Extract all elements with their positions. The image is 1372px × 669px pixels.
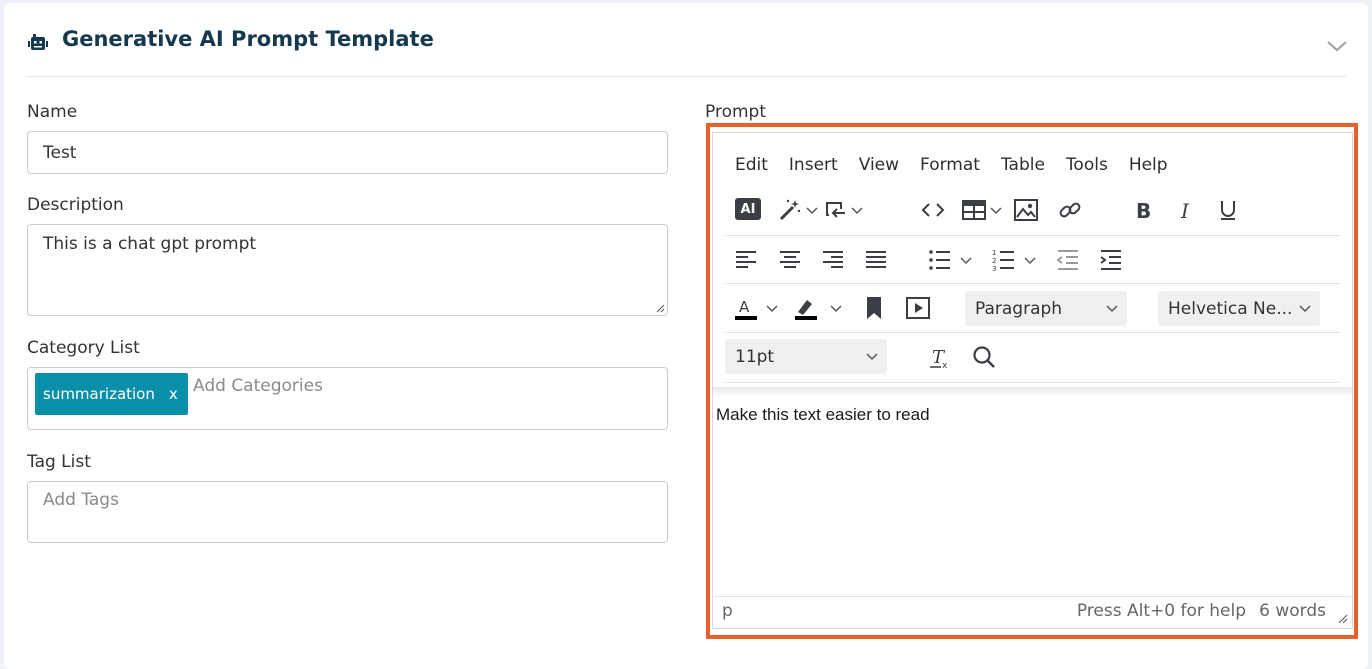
help-hint: Press Alt+0 for help [1076, 601, 1246, 621]
toolbar-row-3: A Paragraph Helvetica Ne... [725, 284, 1340, 333]
card-header[interactable]: Generative AI Prompt Template [26, 17, 1347, 77]
chevron-down-icon [1299, 305, 1311, 313]
editor-content[interactable]: Make this text easier to read [716, 405, 930, 425]
highlight-color-icon[interactable] [793, 295, 819, 321]
toolbar-row-4: 11pt T x [725, 333, 1340, 383]
numbered-list-icon[interactable]: 1 2 3 [991, 247, 1017, 273]
svg-text:3: 3 [992, 265, 996, 273]
menu-help[interactable]: Help [1129, 155, 1168, 175]
tag-list-field[interactable]: Add Tags [27, 481, 668, 543]
menu-insert[interactable]: Insert [789, 155, 838, 175]
svg-text:1: 1 [992, 249, 996, 257]
text-color-icon[interactable]: A [733, 295, 759, 321]
menu-view[interactable]: View [859, 155, 899, 175]
description-value: This is a chat gpt prompt [43, 234, 257, 254]
menu-table[interactable]: Table [1001, 155, 1045, 175]
category-list-field[interactable]: summarization x Add Categories [27, 367, 668, 430]
align-justify-icon[interactable] [863, 247, 889, 273]
chevron-down-icon[interactable] [1023, 254, 1037, 268]
description-field[interactable]: This is a chat gpt prompt [27, 224, 668, 316]
name-value: Test [43, 143, 77, 163]
bullet-list-icon[interactable] [927, 247, 953, 273]
tag-input-placeholder[interactable]: Add Tags [43, 490, 119, 510]
ai-assistant-button[interactable]: AI [735, 198, 761, 220]
chevron-down-icon [866, 353, 878, 361]
menu-format[interactable]: Format [920, 155, 980, 175]
element-path[interactable]: p [722, 601, 733, 621]
table-icon[interactable] [961, 197, 987, 223]
align-left-icon[interactable] [733, 247, 759, 273]
magic-wand-icon[interactable] [777, 197, 803, 223]
bookmark-icon[interactable] [861, 295, 887, 321]
search-icon[interactable] [971, 344, 997, 370]
rich-text-editor: Edit Insert View Format Table Tools Help… [712, 132, 1353, 629]
category-chip: summarization x [35, 373, 188, 415]
chevron-down-icon[interactable] [829, 302, 843, 316]
chevron-down-icon[interactable] [959, 254, 973, 268]
robot-icon [28, 34, 48, 50]
toolbar-row-2: 1 2 3 [725, 236, 1340, 284]
media-icon[interactable] [905, 295, 931, 321]
chevron-down-icon [1106, 305, 1118, 313]
name-field[interactable]: Test [27, 131, 668, 174]
font-family-select[interactable]: Helvetica Ne... [1158, 291, 1320, 326]
indent-icon[interactable] [1098, 247, 1124, 273]
bold-icon[interactable]: B [1130, 197, 1156, 223]
outdent-icon[interactable] [1055, 247, 1081, 273]
link-icon[interactable] [1057, 197, 1083, 223]
font-size-value: 11pt [735, 346, 775, 367]
font-family-value: Helvetica Ne... [1168, 298, 1293, 319]
resize-handle-icon[interactable] [1336, 612, 1348, 624]
svg-text:2: 2 [992, 257, 996, 265]
chevron-down-icon[interactable] [989, 204, 1003, 218]
prompt-label: Prompt [705, 102, 766, 122]
align-right-icon[interactable] [820, 247, 846, 273]
category-chip-label: summarization [43, 385, 155, 403]
description-label: Description [27, 195, 124, 215]
svg-text:A: A [739, 298, 750, 316]
word-count[interactable]: 6 words [1259, 601, 1326, 621]
editor-menubar: Edit Insert View Format Table Tools Help [735, 155, 1189, 175]
clear-formatting-icon[interactable]: T x [927, 344, 953, 370]
menu-edit[interactable]: Edit [735, 155, 768, 175]
category-chip-remove-button[interactable]: x [169, 385, 178, 403]
underline-icon[interactable] [1215, 197, 1241, 223]
italic-icon[interactable]: I [1173, 197, 1199, 223]
block-format-select[interactable]: Paragraph [965, 291, 1127, 326]
name-label: Name [27, 102, 78, 122]
svg-text:B: B [1136, 199, 1151, 223]
menu-tools[interactable]: Tools [1066, 155, 1108, 175]
resize-handle-icon[interactable] [655, 303, 665, 313]
editor-statusbar: p Press Alt+0 for help 6 words [714, 596, 1351, 628]
chevron-down-icon[interactable] [850, 204, 864, 218]
font-size-select[interactable]: 11pt [725, 339, 887, 374]
svg-text:x: x [942, 361, 948, 370]
chevron-down-icon[interactable] [805, 204, 819, 218]
chevron-down-icon[interactable] [765, 302, 779, 316]
page-title: Generative AI Prompt Template [62, 27, 434, 51]
source-code-icon[interactable] [920, 197, 946, 223]
block-format-value: Paragraph [975, 298, 1063, 319]
toolbar-row-1: AI B I [725, 186, 1340, 236]
prompt-editor: Edit Insert View Format Table Tools Help… [706, 123, 1358, 639]
chevron-down-icon[interactable] [1324, 33, 1350, 59]
prompt-loop-icon[interactable] [823, 197, 849, 223]
toolbar-shadow [713, 387, 1352, 397]
category-input-placeholder[interactable]: Add Categories [193, 376, 323, 396]
image-icon[interactable] [1013, 197, 1039, 223]
svg-text:I: I [1180, 199, 1190, 223]
category-list-label: Category List [27, 338, 140, 358]
tag-list-label: Tag List [27, 452, 91, 472]
align-center-icon[interactable] [777, 247, 803, 273]
